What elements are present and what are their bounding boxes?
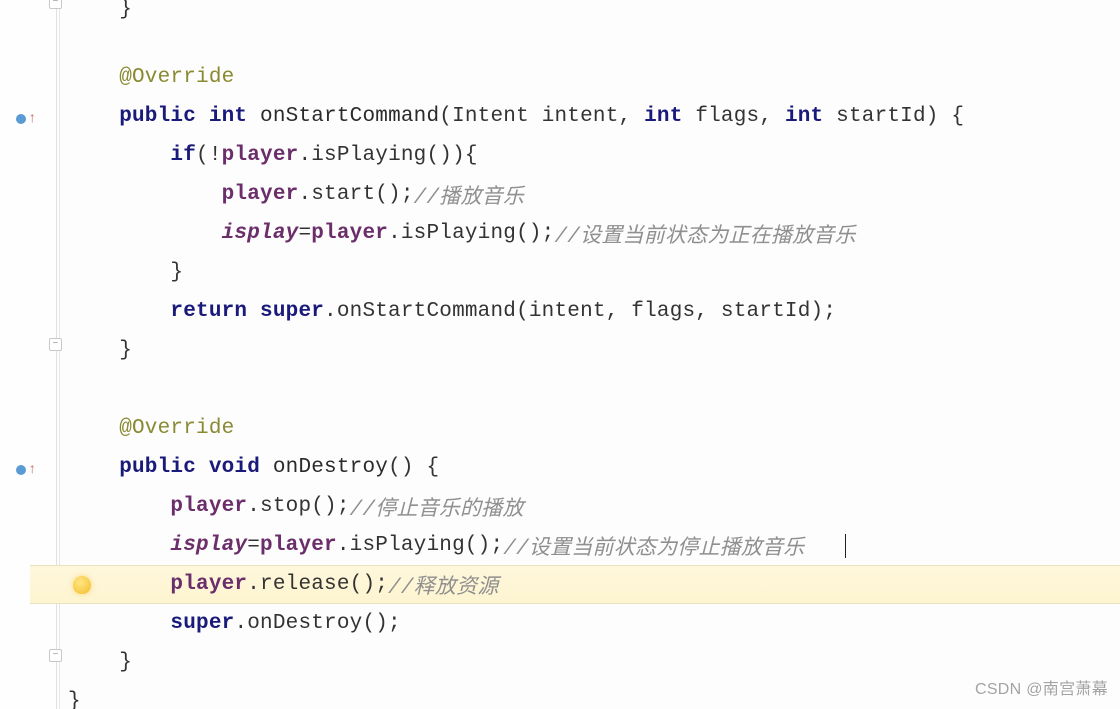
annotation: @Override: [68, 417, 234, 440]
bulb-icon[interactable]: [73, 576, 91, 594]
override-dot-icon: [16, 465, 26, 475]
code-line[interactable]: }: [68, 682, 1120, 709]
code-line[interactable]: public void onDestroy() {: [68, 448, 1120, 487]
code-line[interactable]: }: [68, 331, 1120, 370]
watermark: CSDN @南宫萧幕: [975, 675, 1108, 699]
code-line[interactable]: [68, 19, 1120, 58]
code-line[interactable]: player.stop();//停止音乐的播放: [68, 487, 1120, 526]
override-gutter-icon[interactable]: ↑: [0, 100, 60, 138]
code-line[interactable]: isplay=player.isPlaying();//设置当前状态为停止播放音…: [68, 526, 1120, 565]
code-area[interactable]: } @Override public int onStartCommand(In…: [60, 0, 1120, 709]
code-line-highlighted[interactable]: player.release();//释放资源: [30, 565, 1120, 604]
up-arrow-icon: ↑: [28, 465, 36, 475]
code-line[interactable]: @Override: [68, 409, 1120, 448]
annotation: @Override: [68, 66, 234, 89]
code-line[interactable]: public int onStartCommand(Intent intent,…: [68, 97, 1120, 136]
code-line[interactable]: }: [68, 253, 1120, 292]
override-dot-icon: [16, 114, 26, 124]
code-line[interactable]: }: [68, 0, 1120, 19]
override-gutter-icon[interactable]: ↑: [0, 451, 60, 489]
code-line[interactable]: if(!player.isPlaying()){: [68, 136, 1120, 175]
code-line[interactable]: [68, 370, 1120, 409]
code-line[interactable]: return super.onStartCommand(intent, flag…: [68, 292, 1120, 331]
code-line[interactable]: isplay=player.isPlaying();//设置当前状态为正在播放音…: [68, 214, 1120, 253]
code-line[interactable]: @Override: [68, 58, 1120, 97]
code-editor[interactable]: − ↑ − ↑ − } @Override public int onStart…: [0, 0, 1120, 709]
text-cursor: [845, 534, 846, 558]
code-line[interactable]: player.start();//播放音乐: [68, 175, 1120, 214]
code-line[interactable]: }: [68, 643, 1120, 682]
code-line[interactable]: super.onDestroy();: [68, 604, 1120, 643]
up-arrow-icon: ↑: [28, 114, 36, 124]
